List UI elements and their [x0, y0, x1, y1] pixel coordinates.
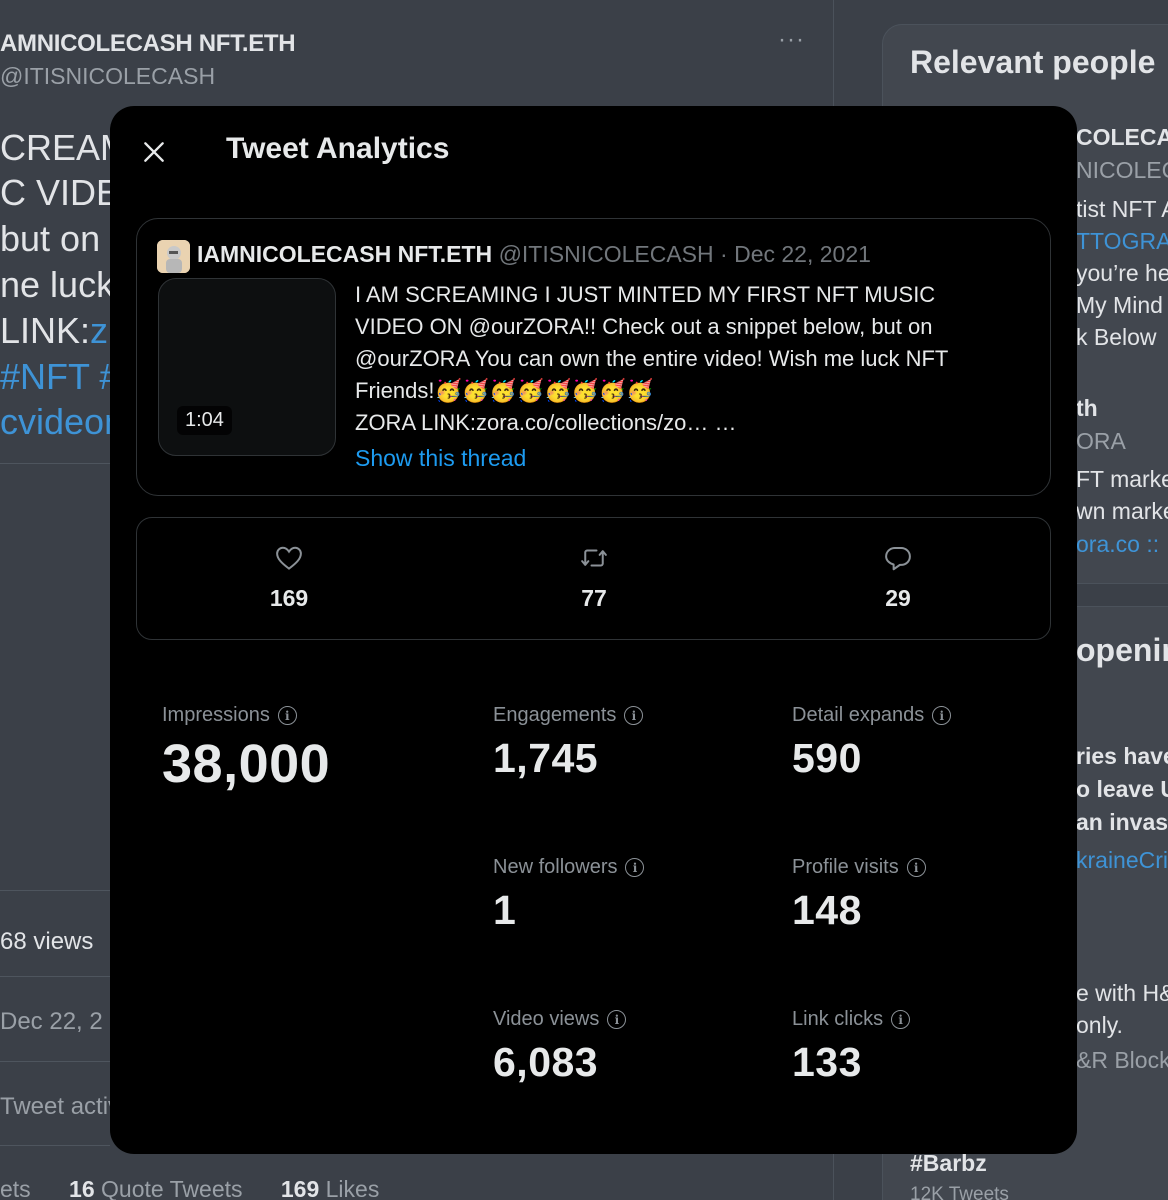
bg-engagement-stats: ets 16 Quote Tweets 169 Likes — [0, 1176, 380, 1200]
bg-trend-count: 12K Tweets — [910, 1184, 1009, 1200]
detail-expands-label: Detail expands — [792, 704, 925, 726]
profile-visits-stat: Profile visits i 148 — [792, 856, 926, 934]
tweet-analytics-modal: Tweet Analytics IAMNICOLECASH NFT.ETH @I… — [110, 106, 1077, 1154]
info-icon[interactable]: i — [277, 706, 297, 725]
bg-side-line: th — [1076, 395, 1098, 421]
impressions-label: Impressions — [162, 704, 270, 726]
whats-happening-title: openin — [1076, 632, 1168, 668]
video-duration-badge: 1:04 — [177, 406, 232, 435]
link-clicks-stat: Link clicks i 133 — [792, 1008, 911, 1086]
bg-side-line: only. — [1076, 1012, 1123, 1038]
likes-count: 169 — [269, 585, 309, 611]
bg-side-line: ORA — [1076, 428, 1126, 454]
close-icon — [144, 142, 164, 162]
modal-title: Tweet Analytics — [226, 132, 450, 165]
divider — [0, 890, 110, 891]
tweet-text-line: Friends!🥳🥳🥳🥳🥳🥳🥳🥳 — [355, 378, 654, 403]
retweets-metric: 77 — [534, 543, 654, 612]
retweets-count: 77 — [581, 585, 607, 611]
tweet-text: I AM SCREAMING I JUST MINTED MY FIRST NF… — [355, 279, 1035, 439]
bg-text-line: but on — [0, 218, 101, 259]
info-icon[interactable]: i — [906, 858, 926, 877]
divider — [0, 1145, 110, 1146]
bg-trend-tag: #Barbz — [910, 1150, 987, 1176]
detail-expands-stat: Detail expands i 590 — [792, 704, 952, 782]
video-views-stat: Video views i 6,083 — [493, 1008, 627, 1086]
reply-icon — [885, 547, 911, 571]
impressions-stat: Impressions i 38,000 — [162, 704, 330, 795]
retweet-icon — [581, 549, 607, 567]
divider — [0, 463, 110, 464]
bg-side-line: FT marke — [1076, 466, 1168, 492]
bg-side-line: kraineCris — [1076, 847, 1168, 873]
profile-visits-label: Profile visits — [792, 856, 899, 878]
new-followers-label: New followers — [493, 856, 618, 878]
bg-hashtag-line[interactable]: #NFT # — [0, 354, 119, 400]
info-icon[interactable]: i — [625, 858, 645, 877]
bg-side-line: tist NFT A — [1076, 196, 1168, 222]
tweet-author-handle[interactable]: @ITISNICOLECASH — [499, 241, 714, 267]
profile-visits-value: 148 — [792, 887, 862, 933]
replies-metric: 29 — [838, 543, 958, 612]
video-views-label: Video views — [493, 1008, 600, 1030]
bg-side-line: ora.co :: — [1076, 531, 1160, 557]
bg-side-line: an invas — [1076, 809, 1168, 835]
tweet-text-line: @ourZORA You can own the entire video! W… — [355, 346, 949, 371]
bg-side-line: ries have — [1076, 743, 1168, 769]
info-icon[interactable]: i — [607, 1010, 627, 1029]
header-separator: · — [713, 241, 735, 267]
video-thumbnail[interactable]: 1:04 — [158, 278, 336, 456]
bg-side-line: e with H& — [1076, 980, 1168, 1006]
divider — [0, 1061, 110, 1062]
bg-side-line: &R Block — [1076, 1047, 1168, 1073]
impressions-value: 38,000 — [162, 734, 331, 794]
divider — [0, 976, 110, 977]
new-followers-value: 1 — [493, 887, 517, 933]
bg-text-line: ne luck — [0, 264, 115, 305]
detail-expands-value: 590 — [792, 735, 862, 781]
bg-views: 68 views — [0, 928, 94, 955]
bg-side-line: k Below — [1076, 324, 1157, 350]
show-thread-link[interactable]: Show this thread — [355, 445, 526, 472]
relevant-people-title: Relevant people — [910, 44, 1156, 80]
likes-metric: 169 — [229, 543, 349, 612]
bg-side-line: o leave U — [1076, 776, 1168, 802]
video-views-value: 6,083 — [493, 1039, 599, 1085]
tweet-author-name[interactable]: IAMNICOLECASH NFT.ETH — [197, 241, 492, 267]
engagement-metrics-card: 169 77 29 — [136, 517, 1051, 640]
bg-side-line: you’re he — [1076, 260, 1168, 286]
bg-side-line: My Mind I — [1076, 292, 1168, 318]
bg-tweet-activity[interactable]: Tweet activ — [0, 1093, 120, 1121]
bg-hashtag-line[interactable]: cvideon — [0, 399, 124, 445]
tweet-text-line: VIDEO ON @ourZORA!! Check out a snippet … — [355, 314, 933, 339]
replies-count: 29 — [885, 585, 911, 611]
bg-author-name: AMNICOLECASH NFT.ETH — [0, 30, 296, 57]
bg-side-line: NICOLEC — [1076, 157, 1168, 183]
info-icon[interactable]: i — [624, 706, 644, 725]
bg-side-line: COLECA — [1076, 124, 1168, 150]
tweet-text-line: ZORA LINK:zora.co/collections/zo… … — [355, 410, 737, 435]
tweet-date: Dec 22, 2021 — [734, 241, 871, 267]
engagements-label: Engagements — [493, 704, 617, 726]
new-followers-stat: New followers i 1 — [493, 856, 645, 934]
info-icon[interactable]: i — [932, 706, 952, 725]
heart-icon — [276, 546, 302, 570]
bg-side-line: wn marke — [1076, 498, 1168, 524]
tweet-header: IAMNICOLECASH NFT.ETH @ITISNICOLECASH · … — [197, 241, 871, 268]
link-clicks-label: Link clicks — [792, 1008, 884, 1030]
bg-side-line: TTOGRA — [1076, 228, 1168, 254]
bg-date: Dec 22, 2 — [0, 1008, 103, 1035]
avatar[interactable] — [157, 240, 190, 273]
tweet-text-line: I AM SCREAMING I JUST MINTED MY FIRST NF… — [355, 282, 936, 307]
tweet-preview-card[interactable]: IAMNICOLECASH NFT.ETH @ITISNICOLECASH · … — [136, 218, 1051, 496]
engagements-stat: Engagements i 1,745 — [493, 704, 644, 782]
more-icon[interactable]: ··· — [778, 26, 805, 54]
bg-text-line: LINK:z — [0, 310, 109, 351]
link-clicks-value: 133 — [792, 1039, 862, 1085]
info-icon[interactable]: i — [891, 1010, 911, 1029]
bg-author-handle: @ITISNICOLECASH — [0, 63, 216, 89]
engagements-value: 1,745 — [493, 735, 599, 781]
close-button[interactable] — [132, 130, 176, 174]
